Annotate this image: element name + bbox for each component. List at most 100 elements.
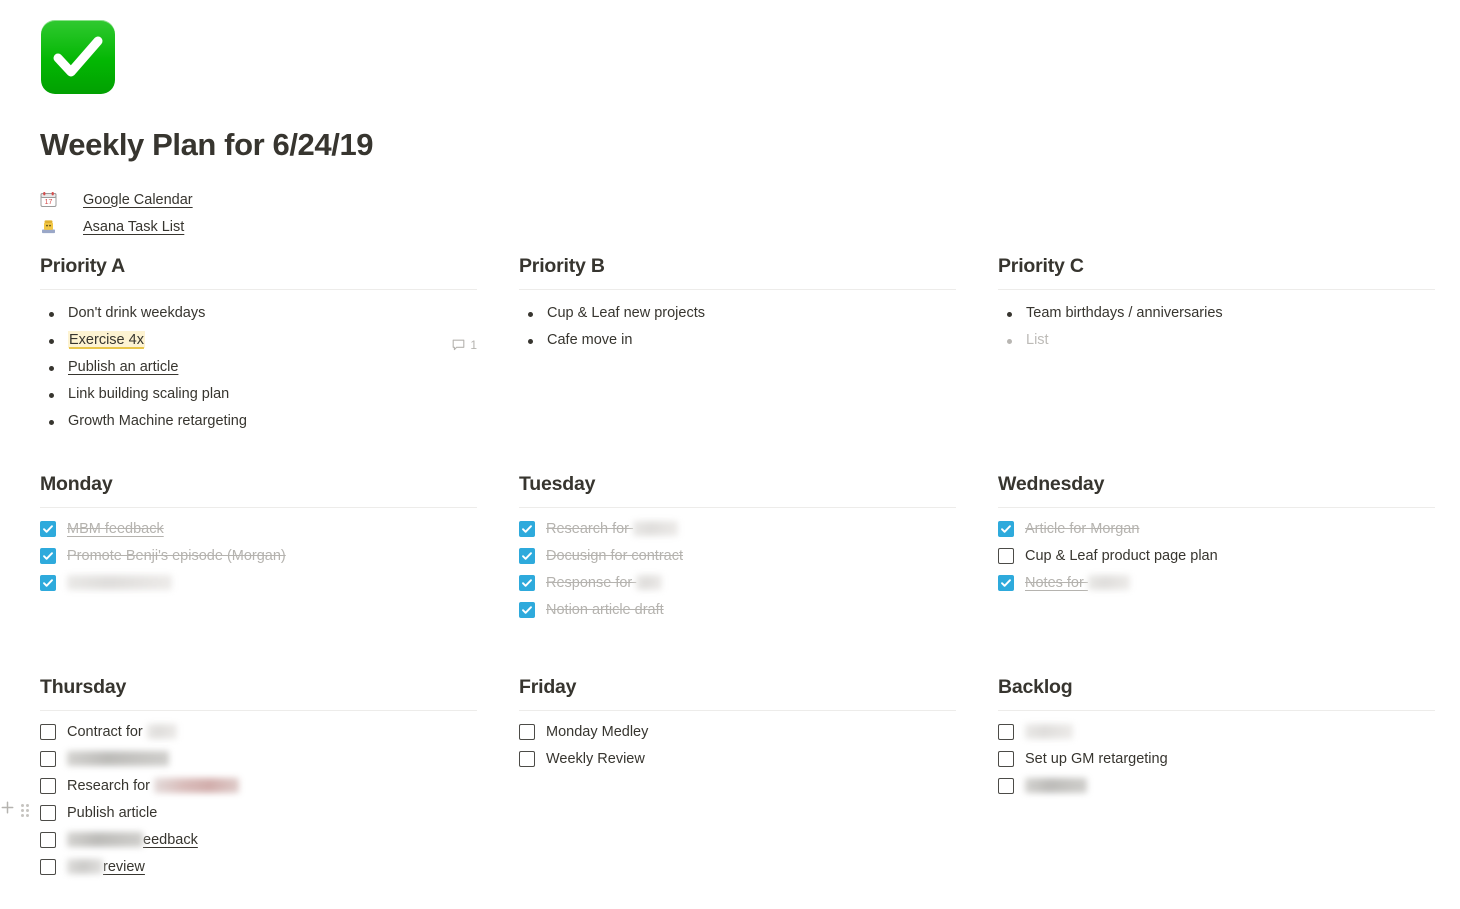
column-backlog: Backlog Set up GM retargeting <box>998 669 1435 881</box>
link-row-google-calendar[interactable]: 17 Google Calendar <box>40 186 193 213</box>
link-label-asana-task-list[interactable]: Asana Task List <box>83 219 184 235</box>
todo-list-wednesday: Article for Morgan Cup & Leaf product pa… <box>998 508 1435 597</box>
todo-label: Monday Medley <box>546 724 649 741</box>
todo-list-monday: MBM feedback Promote Benji's episode (Mo… <box>40 508 477 597</box>
todo-label: Cup & Leaf product page plan <box>1025 548 1218 565</box>
redacted-text <box>67 832 143 848</box>
page-title[interactable]: Weekly Plan for 6/24/19 <box>40 126 374 163</box>
todo-item[interactable]: Research for <box>519 516 956 543</box>
bullet-text: Link building scaling plan <box>68 386 230 403</box>
list-item[interactable]: Exercise 4x 1 <box>40 327 477 354</box>
checkbox-unchecked[interactable] <box>998 778 1014 795</box>
todo-item[interactable]: Weekly Review <box>519 746 956 773</box>
heading-priority-a: Priority A <box>40 255 126 277</box>
todo-label: Research for <box>546 516 679 543</box>
todo-item[interactable]: Response for <box>519 570 956 597</box>
todo-item[interactable]: Notes for <box>998 570 1435 597</box>
todo-item[interactable]: Publish article <box>40 800 477 827</box>
list-priority-c: Team birthdays / anniversaries List <box>998 290 1435 354</box>
checkbox-unchecked[interactable] <box>998 751 1014 768</box>
checkbox-unchecked[interactable] <box>998 548 1014 565</box>
link-label-google-calendar[interactable]: Google Calendar <box>83 192 193 208</box>
bullet-text: Cup & Leaf new projects <box>547 305 705 322</box>
list-item[interactable]: Link building scaling plan <box>40 381 477 408</box>
checkbox-checked[interactable] <box>998 575 1014 592</box>
redacted-text <box>636 575 663 591</box>
redacted-text <box>1087 575 1130 591</box>
todo-label: Contract for <box>67 719 177 746</box>
todo-item[interactable]: Cup & Leaf product page plan <box>998 543 1435 570</box>
list-item-placeholder[interactable]: List <box>998 327 1435 354</box>
todo-label: Promote Benji's episode (Morgan) <box>67 548 286 565</box>
checkbox-unchecked[interactable] <box>998 724 1014 741</box>
todo-item[interactable]: Notion article draft <box>519 597 956 624</box>
todo-item[interactable]: Set up GM retargeting <box>998 746 1435 773</box>
todo-item[interactable]: Contract for <box>40 719 477 746</box>
content-grid: Priority A Don't drink weekdays Exercise… <box>40 248 1435 881</box>
list-item[interactable]: Don't drink weekdays <box>40 300 477 327</box>
column-priority-a: Priority A Don't drink weekdays Exercise… <box>40 248 477 466</box>
checkbox-checked[interactable] <box>519 548 535 565</box>
todo-list-backlog: Set up GM retargeting <box>998 711 1435 800</box>
list-item[interactable]: Growth Machine retargeting <box>40 408 477 435</box>
todo-item[interactable]: Monday Medley <box>519 719 956 746</box>
list-item[interactable]: Cup & Leaf new projects <box>519 300 956 327</box>
todo-item[interactable]: eedback <box>40 827 477 854</box>
todo-item[interactable] <box>40 570 477 597</box>
todo-item[interactable]: Promote Benji's episode (Morgan) <box>40 543 477 570</box>
quick-links: 17 Google Calendar Asana Task List <box>40 186 193 240</box>
list-item[interactable]: Team birthdays / anniversaries <box>998 300 1435 327</box>
add-block-icon[interactable] <box>0 800 15 820</box>
todo-item[interactable]: Article for Morgan <box>998 516 1435 543</box>
todo-item[interactable]: MBM feedback <box>40 516 477 543</box>
checkbox-checked[interactable] <box>40 521 56 538</box>
todo-list-thursday: Contract for Research for Publish articl… <box>40 711 477 881</box>
bullet-text-link[interactable]: Publish an article <box>68 359 178 375</box>
checkbox-unchecked[interactable] <box>40 778 56 795</box>
todo-item[interactable] <box>998 773 1435 800</box>
list-item[interactable]: Publish an article <box>40 354 477 381</box>
todo-label: Research for <box>67 773 240 800</box>
todo-label <box>67 570 172 597</box>
svg-text:17: 17 <box>45 199 53 206</box>
heading-priority-c: Priority C <box>998 255 1084 277</box>
column-monday: Monday MBM feedback Promote Benji's epis… <box>40 466 477 669</box>
checkbox-checked[interactable] <box>998 521 1014 538</box>
list-item[interactable]: Cafe move in <box>519 327 956 354</box>
redacted-text <box>67 751 169 767</box>
bullet-text: Cafe move in <box>547 332 633 349</box>
checkbox-unchecked[interactable] <box>40 751 56 768</box>
checkbox-checked[interactable] <box>40 575 56 592</box>
heading-wednesday: Wednesday <box>998 473 1105 495</box>
calendar-icon: 17 <box>40 191 62 209</box>
todo-item[interactable] <box>40 746 477 773</box>
redacted-text <box>67 859 103 875</box>
drag-handle-icon[interactable] <box>21 803 29 817</box>
todo-label: review <box>67 854 145 881</box>
todo-label: Notion article draft <box>546 602 664 619</box>
checkbox-unchecked[interactable] <box>40 832 56 849</box>
checkbox-checked[interactable] <box>519 521 535 538</box>
checkbox-unchecked[interactable] <box>519 751 535 768</box>
todo-item[interactable]: review <box>40 854 477 881</box>
bullet-text-highlighted[interactable]: Exercise 4x <box>68 331 145 349</box>
todo-label: Publish article <box>67 805 158 822</box>
checkbox-unchecked[interactable] <box>40 859 56 876</box>
checkbox-checked[interactable] <box>519 602 535 619</box>
link-row-asana-task-list[interactable]: Asana Task List <box>40 213 193 240</box>
checkbox-checked[interactable] <box>519 575 535 592</box>
todo-label: Article for Morgan <box>1025 521 1140 538</box>
todo-item[interactable]: Research for <box>40 773 477 800</box>
checkbox-checked[interactable] <box>40 548 56 565</box>
todo-item[interactable] <box>998 719 1435 746</box>
checkbox-unchecked[interactable] <box>40 805 56 822</box>
checkbox-unchecked[interactable] <box>519 724 535 741</box>
column-friday: Friday Monday Medley Weekly Review <box>519 669 956 881</box>
todo-label: Weekly Review <box>546 751 645 768</box>
block-gutter-controls <box>0 800 29 820</box>
list-priority-a: Don't drink weekdays Exercise 4x 1 Publi… <box>40 290 477 435</box>
todo-item[interactable]: Docusign for contract <box>519 543 956 570</box>
bullet-text-placeholder: List <box>1026 332 1049 349</box>
checkbox-unchecked[interactable] <box>40 724 56 741</box>
page-icon-green-check[interactable] <box>41 20 115 94</box>
